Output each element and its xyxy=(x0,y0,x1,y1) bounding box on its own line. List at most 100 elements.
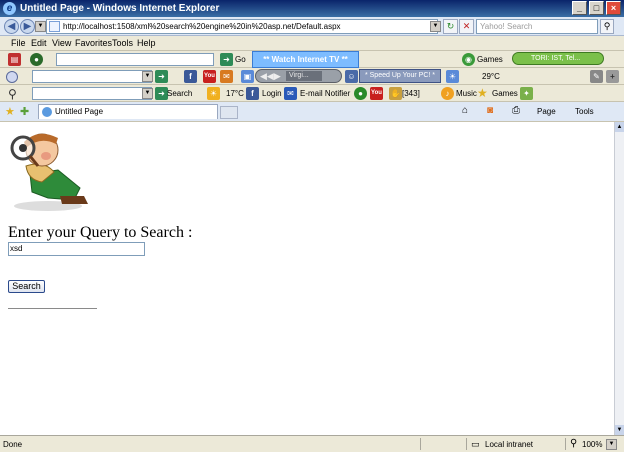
tools-menu[interactable]: Tools xyxy=(575,107,594,116)
temp-label: 17°C xyxy=(226,89,244,98)
address-row: ◀ ▶ ▼ http://localhost:1508/xml%20search… xyxy=(0,17,624,36)
status-separator xyxy=(466,438,467,450)
address-dropdown[interactable]: ▼ xyxy=(430,21,441,32)
page-menu[interactable]: Page xyxy=(537,107,556,116)
media-player[interactable]: ◀◀▶ Virgi... xyxy=(255,69,342,83)
menu-file[interactable]: File xyxy=(11,38,26,48)
vertical-scrollbar[interactable]: ▲ ▼ xyxy=(614,122,624,435)
toolbar-1: ▤ ● ➜ Go ** Watch Internet TV ** ◉ Games… xyxy=(0,51,624,68)
sun-icon: ☀ xyxy=(207,87,220,100)
menu-help[interactable]: Help xyxy=(137,38,156,48)
refresh-icon[interactable]: ↻ xyxy=(443,19,458,34)
history-dropdown[interactable]: ▼ xyxy=(35,21,46,32)
toolbar-2: ▼ ➜ f You ✉ ▣ ◀◀▶ Virgi... ☺ * Speed Up … xyxy=(0,68,624,85)
page-icon xyxy=(49,21,60,32)
toolbar3-search-label[interactable]: Search xyxy=(167,89,192,98)
toolbar-logo-icon[interactable] xyxy=(6,71,18,83)
wrench-icon[interactable]: ✎ xyxy=(590,70,603,83)
menu-view[interactable]: View xyxy=(52,38,71,48)
photo-icon[interactable]: ▣ xyxy=(241,70,254,83)
extra-icon[interactable]: ✦ xyxy=(520,87,533,100)
speed-up-banner[interactable]: * Speed Up Your PC! * xyxy=(359,69,441,83)
address-url: http://localhost:1508/xml%20search%20eng… xyxy=(63,22,341,31)
favorites-star-icon[interactable]: ★ xyxy=(5,105,15,118)
tab-row: ★ ✚ Untitled Page ⌂ ◙ ⎙ Page Tools xyxy=(0,102,624,122)
email-notifier-label[interactable]: E-mail Notifier xyxy=(300,89,350,98)
chat-icon[interactable]: ☺ xyxy=(345,70,358,83)
forward-button[interactable]: ▶ xyxy=(20,19,35,34)
globe-icon[interactable]: ● xyxy=(30,53,43,66)
status-text: Done xyxy=(3,440,23,449)
zoom-level[interactable]: 100% xyxy=(582,440,602,449)
youtube2-icon[interactable]: You xyxy=(370,87,383,100)
toolbar2-dropdown[interactable]: ▼ xyxy=(142,71,153,82)
games-label[interactable]: Games xyxy=(477,55,503,64)
home-icon[interactable]: ⌂ xyxy=(462,105,468,116)
intranet-icon: ▭ xyxy=(471,439,480,449)
search-go-icon[interactable]: ⚲ xyxy=(600,19,614,34)
toolbar2-input[interactable] xyxy=(32,70,152,83)
status-separator xyxy=(420,438,421,450)
menu-edit[interactable]: Edit xyxy=(31,38,47,48)
games2-label[interactable]: Games xyxy=(492,89,518,98)
toolbar-3: ⚲ ▼ ➜ Search ☀ 17°C f Login ✉ E-mail Not… xyxy=(0,85,624,102)
window-title: Untitled Page - Windows Internet Explore… xyxy=(20,3,220,14)
feeds-icon[interactable]: ◙ xyxy=(487,105,493,116)
minimize-button[interactable]: _ xyxy=(572,1,587,15)
flag-icon[interactable]: ▤ xyxy=(8,53,21,66)
count-label[interactable]: [343] xyxy=(402,89,420,98)
close-button[interactable]: × xyxy=(606,1,621,15)
tab-ie-icon xyxy=(42,107,52,117)
weather-temp: 29°C xyxy=(482,72,500,81)
toolbar-search-input[interactable] xyxy=(56,53,214,66)
title-bar: e Untitled Page - Windows Internet Explo… xyxy=(0,0,624,17)
scroll-up-icon[interactable]: ▲ xyxy=(615,122,624,132)
scroll-down-icon[interactable]: ▼ xyxy=(615,425,624,435)
music-icon[interactable]: ♪ xyxy=(441,87,454,100)
zoom-icon[interactable]: ⚲ xyxy=(570,438,577,449)
search-input[interactable]: Yahoo! Search xyxy=(476,19,598,34)
stop-icon[interactable]: ✕ xyxy=(459,19,474,34)
zone-label: Local intranet xyxy=(485,440,534,449)
zoom-dropdown[interactable]: ▼ xyxy=(606,439,617,450)
toolbar3-input[interactable] xyxy=(32,87,152,100)
games-icon[interactable]: ◉ xyxy=(462,53,475,66)
toolbar2-go-icon[interactable]: ➜ xyxy=(155,70,168,83)
ball-icon[interactable]: ● xyxy=(354,87,367,100)
window-controls: _ □ × xyxy=(572,1,621,15)
toolbar3-dropdown[interactable]: ▼ xyxy=(142,88,153,99)
search-button[interactable]: Search xyxy=(8,280,45,293)
ie-logo-icon: e xyxy=(3,2,16,15)
login-label[interactable]: Login xyxy=(262,89,282,98)
weather-icon[interactable]: ☀ xyxy=(446,70,459,83)
go-icon[interactable]: ➜ xyxy=(220,53,233,66)
music-label[interactable]: Music xyxy=(456,89,477,98)
new-tab-button[interactable] xyxy=(220,106,238,119)
tori-label: TORI: IST, Tel... xyxy=(531,55,581,62)
watch-tv-banner[interactable]: ** Watch Internet TV ** xyxy=(252,51,359,68)
tab-untitled-page[interactable]: Untitled Page xyxy=(38,104,218,119)
youtube-icon[interactable]: You xyxy=(203,70,216,83)
magnifier-icon[interactable]: ⚲ xyxy=(8,87,17,101)
add-favorites-icon[interactable]: ✚ xyxy=(20,105,29,118)
player-controls-icon[interactable]: ◀◀▶ xyxy=(260,71,281,82)
query-input[interactable]: xsd xyxy=(8,242,145,256)
facebook-login-icon[interactable]: f xyxy=(246,87,259,100)
add-icon[interactable]: + xyxy=(606,70,619,83)
hand-icon[interactable]: ✋ xyxy=(389,87,402,100)
back-button[interactable]: ◀ xyxy=(4,19,19,34)
player-display: Virgi... xyxy=(286,71,322,81)
maximize-button[interactable]: □ xyxy=(589,1,604,15)
star-icon[interactable]: ★ xyxy=(477,86,488,100)
detective-mascot-image xyxy=(10,133,88,211)
facebook-icon[interactable]: f xyxy=(184,70,197,83)
mail-icon[interactable]: ✉ xyxy=(220,70,233,83)
menu-bar: File Edit View Favorites Tools Help xyxy=(0,36,624,51)
tori-widget[interactable]: TORI: IST, Tel... xyxy=(512,52,604,65)
address-input[interactable]: http://localhost:1508/xml%20search%20eng… xyxy=(46,19,438,34)
menu-favorites[interactable]: Favorites xyxy=(75,38,112,48)
go-label[interactable]: Go xyxy=(235,55,246,64)
print-icon[interactable]: ⎙ xyxy=(512,105,520,116)
email-icon[interactable]: ✉ xyxy=(284,87,297,100)
menu-tools[interactable]: Tools xyxy=(112,38,133,48)
